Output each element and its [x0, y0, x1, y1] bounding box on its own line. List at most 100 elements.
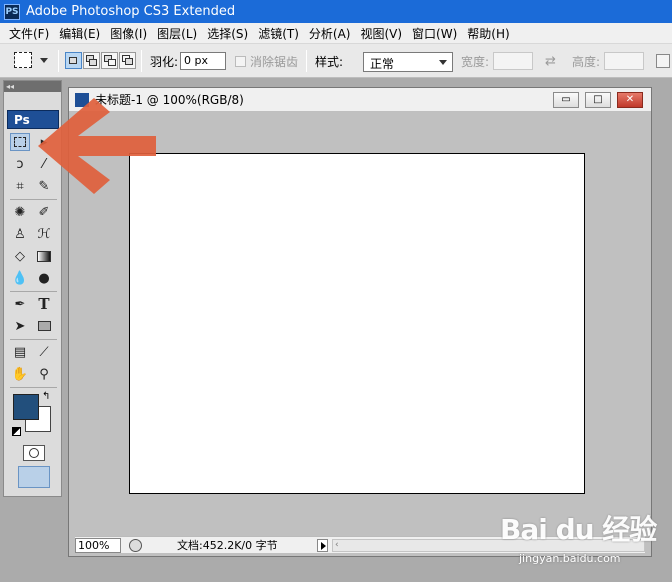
menu-bar: 文件(F) 编辑(E) 图像(I) 图层(L) 选择(S) 滤镜(T) 分析(A…: [0, 23, 672, 44]
menu-layer[interactable]: 图层(L): [152, 25, 202, 42]
blur-tool[interactable]: 💧: [10, 269, 30, 287]
add-to-selection-button[interactable]: [83, 52, 100, 69]
status-menu-icon[interactable]: [129, 538, 142, 552]
swap-colors-icon[interactable]: ↰: [42, 391, 50, 402]
menu-select[interactable]: 选择(S): [202, 25, 253, 42]
brush-tool[interactable]: ✐: [34, 203, 54, 221]
pen-tool[interactable]: ✒: [10, 295, 30, 313]
notes-tool[interactable]: ▤: [10, 343, 30, 361]
brush-icon: ✐: [38, 204, 50, 220]
type-tool[interactable]: T: [34, 295, 54, 313]
style-label: 样式:: [315, 54, 344, 69]
zoom-level-field[interactable]: 100%: [75, 537, 121, 553]
default-colors-icon[interactable]: [12, 427, 21, 436]
type-icon: T: [38, 295, 50, 313]
maximize-button[interactable]: □: [585, 92, 611, 108]
antialias-label: 消除锯齿: [250, 54, 299, 69]
toolbox-divider: [10, 339, 57, 340]
height-input: [604, 52, 644, 70]
style-select-value: 正常: [370, 57, 395, 71]
arrow-pointer-icon: ➤: [14, 318, 26, 334]
style-select[interactable]: 正常: [363, 52, 453, 72]
photoshop-logo-icon: PS: [4, 3, 20, 20]
options-divider: [141, 50, 142, 72]
eraser-icon: ◇: [15, 248, 25, 264]
eyedropper-icon: ⟋: [39, 344, 49, 360]
bandage-icon: ✺: [14, 204, 26, 220]
eyedropper-tool[interactable]: ⟋: [34, 343, 54, 361]
rectangle-icon: [37, 321, 51, 331]
hand-tool[interactable]: ✋: [10, 365, 30, 383]
quick-mask-icon: [29, 448, 39, 458]
subtract-selection-button[interactable]: [101, 52, 118, 69]
canvas[interactable]: [129, 153, 585, 494]
baidu-watermark-logo: Bai du 经验: [500, 513, 657, 546]
minimize-button[interactable]: ▭: [553, 92, 579, 108]
baidu-watermark-url: jingyan.baidu.com: [519, 552, 621, 565]
close-button[interactable]: ✕: [617, 92, 643, 108]
document-titlebar: 未标题-1 @ 100%(RGB/8) ▭ □ ✕: [69, 88, 651, 112]
options-divider: [306, 50, 307, 72]
quick-mask-button[interactable]: [23, 445, 45, 461]
annotation-arrow-shape: [38, 98, 156, 194]
magnifier-icon: ⚲: [39, 366, 49, 382]
screen-mode-button[interactable]: [18, 466, 50, 488]
feather-label: 羽化:: [150, 54, 179, 69]
width-label: 宽度:: [461, 54, 490, 69]
annotation-arrow: [38, 98, 156, 194]
height-label: 高度:: [572, 54, 601, 69]
options-bar: 羽化: 0 px 消除锯齿 样式: 正常 宽度: ⇄ 高度:: [0, 44, 672, 78]
menu-window[interactable]: 窗口(W): [407, 25, 462, 42]
dodge-tool[interactable]: ●: [34, 269, 54, 287]
toolbox-divider: [10, 387, 57, 388]
intersect-selection-button[interactable]: [119, 52, 136, 69]
history-brush-tool[interactable]: ℋ: [34, 225, 54, 243]
clone-stamp-tool[interactable]: ♙: [10, 225, 30, 243]
lasso-tool[interactable]: ↄ: [10, 155, 30, 173]
app-titlebar: PS Adobe Photoshop CS3 Extended: [0, 0, 672, 23]
marquee-icon: [14, 137, 26, 147]
menu-file[interactable]: 文件(F): [4, 25, 54, 42]
feather-input[interactable]: 0 px: [180, 52, 226, 70]
width-input: [493, 52, 533, 70]
crop-tool[interactable]: ⌗: [10, 177, 30, 195]
gradient-icon: [37, 250, 51, 262]
menu-help[interactable]: 帮助(H): [462, 25, 514, 42]
antialias-checkbox: [235, 56, 246, 67]
chevron-down-icon: [439, 60, 447, 65]
pen-icon: ✒: [14, 296, 26, 312]
document-info: 文档:452.2K/0 字节: [177, 539, 278, 552]
zoom-tool[interactable]: ⚲: [34, 365, 54, 383]
crop-icon: ⌗: [16, 178, 24, 194]
status-menu-arrow-icon[interactable]: [317, 538, 328, 552]
drop-icon: 💧: [11, 270, 29, 286]
dodge-icon: ●: [38, 270, 50, 286]
toolbox-divider: [10, 291, 57, 292]
palette-well-button[interactable]: [656, 54, 670, 68]
lasso-icon: ↄ: [16, 156, 24, 172]
spot-healing-tool[interactable]: ✺: [10, 203, 30, 221]
menu-filter[interactable]: 滤镜(T): [253, 25, 304, 42]
rectangular-marquee-tool[interactable]: [10, 133, 30, 151]
app-title: Adobe Photoshop CS3 Extended: [26, 4, 236, 19]
hand-icon: ✋: [11, 366, 29, 382]
menu-view[interactable]: 视图(V): [355, 25, 407, 42]
menu-image[interactable]: 图像(I): [105, 25, 152, 42]
preset-dropdown-icon[interactable]: [40, 58, 48, 63]
rectangle-tool[interactable]: [34, 317, 54, 335]
options-divider: [58, 50, 59, 72]
tool-preset-picker[interactable]: [14, 52, 32, 68]
menu-edit[interactable]: 编辑(E): [54, 25, 105, 42]
toolbox-collapse-button[interactable]: ◂◂: [4, 81, 61, 92]
eraser-tool[interactable]: ◇: [10, 247, 30, 265]
note-icon: ▤: [13, 344, 27, 360]
new-selection-button[interactable]: [65, 52, 82, 69]
toolbox-divider: [10, 199, 57, 200]
history-brush-icon: ℋ: [37, 226, 51, 242]
foreground-color-swatch[interactable]: [13, 394, 39, 420]
path-selection-tool[interactable]: ➤: [10, 317, 30, 335]
swap-dimensions-icon: ⇄: [545, 53, 556, 69]
stamp-icon: ♙: [14, 226, 26, 242]
menu-analysis[interactable]: 分析(A): [304, 25, 356, 42]
gradient-tool[interactable]: [34, 247, 54, 265]
